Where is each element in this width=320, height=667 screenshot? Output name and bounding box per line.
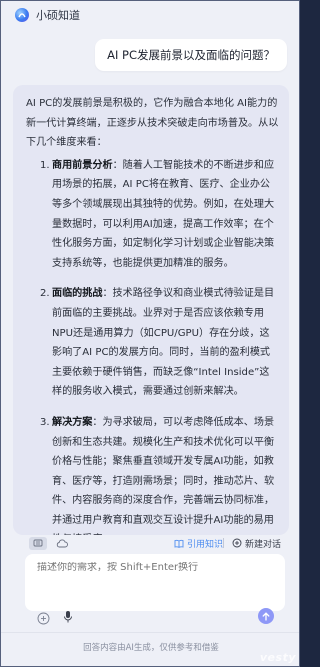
microphone-icon — [64, 611, 72, 623]
list-number: 2. — [40, 288, 50, 300]
answer-list: 1. 商用前景分析：随着人工智能技术的不断进步和应用场景的拓展，AI PC将在教… — [26, 156, 279, 535]
arrow-up-icon — [262, 611, 270, 621]
answer-list-item: 2. 面临的挑战：技术路径争议和商业模式待验证是目前面临的主要挑战。业界对于是否… — [40, 284, 279, 402]
send-button[interactable] — [258, 608, 274, 624]
item-text: ：随着人工智能技术的不断进步和应用场景的拓展，AI PC将在教育、医疗、企业办公… — [52, 159, 275, 269]
item-heading: 商用前景分析 — [52, 159, 113, 171]
list-number: 3. — [40, 416, 50, 428]
title-bar: 小硕知道 — [1, 1, 299, 29]
chat-input[interactable] — [37, 562, 267, 573]
item-heading: 解决方案 — [52, 416, 93, 428]
app-window: 小硕知道 AI PC发展前景以及面临的问题？ AI PC的发展前景是积极的，它作… — [0, 0, 300, 667]
ai-disclaimer: 回答内容由AI生成，仅供参考和借鉴 — [83, 643, 219, 653]
add-circle-icon — [37, 612, 50, 625]
feedback-button[interactable] — [55, 536, 69, 550]
assistant-answer: AI PC的发展前景是积极的，它作为融合本地化 AI能力的新一代计算终端，正逐步… — [13, 85, 289, 535]
new-chat-button[interactable]: 新建对话 — [232, 536, 281, 550]
answer-list-item: 1. 商用前景分析：随着人工智能技术的不断进步和应用场景的拓展，AI PC将在教… — [40, 156, 279, 274]
item-text: ：为寻求破局，可以考虑降低成本、场景创新和生态共建。规模化生产和技术优化可以平衡… — [52, 416, 275, 535]
chat-input-card — [25, 554, 285, 611]
cite-knowledge-label: 引用知识 — [187, 539, 224, 550]
answer-actions: 引用知识 新建对话 — [1, 534, 299, 552]
copy-icon — [33, 539, 43, 547]
new-chat-icon — [232, 538, 242, 548]
app-title: 小硕知道 — [36, 9, 80, 22]
footer-divider — [1, 632, 299, 633]
book-icon — [174, 539, 184, 548]
copy-button[interactable] — [29, 536, 47, 550]
new-chat-label: 新建对话 — [245, 539, 282, 550]
voice-input-button[interactable] — [63, 609, 73, 623]
user-question-bubble: AI PC发展前景以及面临的问题？ — [95, 39, 287, 71]
item-heading: 面临的挑战 — [52, 288, 103, 300]
watermark: vesty — [259, 651, 296, 664]
cloud-icon — [56, 539, 68, 547]
item-text: ：技术路径争议和商业模式待验证是目前面临的主要挑战。业界对于是否应该依赖专用NP… — [52, 288, 275, 398]
attach-button[interactable] — [37, 610, 50, 625]
app-logo-icon — [15, 8, 29, 22]
answer-list-item: 3. 解决方案：为寻求破局，可以考虑降低成本、场景创新和生态共建。规模化生产和技… — [40, 413, 279, 535]
list-number: 1. — [40, 159, 50, 171]
divider — [223, 538, 224, 548]
cite-knowledge-button[interactable]: 引用知识 — [174, 536, 223, 550]
answer-intro: AI PC的发展前景是积极的，它作为融合本地化 AI能力的新一代计算终端，正逐步… — [26, 98, 279, 149]
